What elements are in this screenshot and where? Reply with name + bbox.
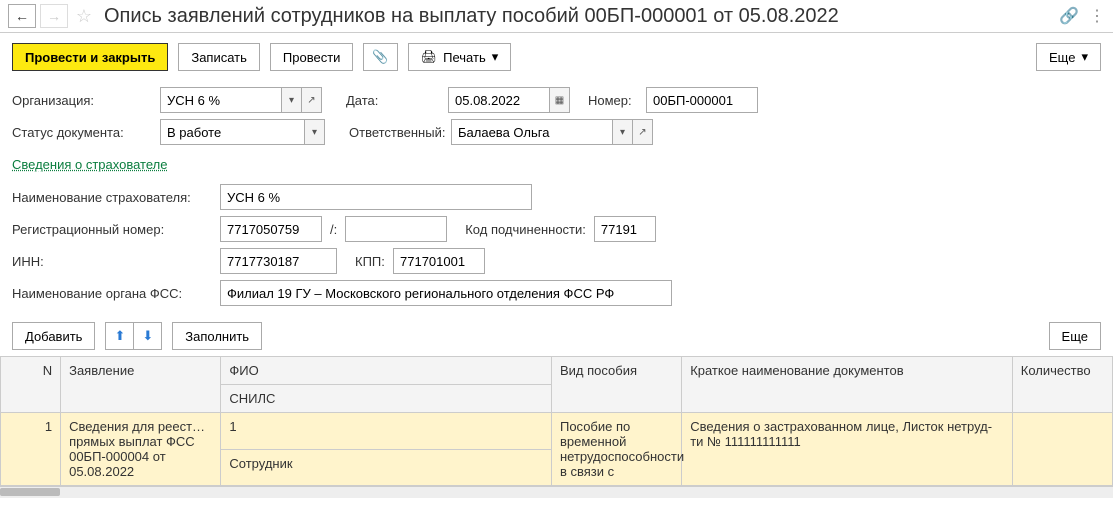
sub-code-input[interactable] [595, 217, 655, 241]
fss-name-field[interactable] [220, 280, 672, 306]
horizontal-scrollbar[interactable] [0, 486, 1113, 498]
reg-number-ext-input[interactable] [346, 217, 446, 241]
more-button[interactable]: Еще ▾ [1036, 43, 1101, 71]
applications-table[interactable]: N Заявление ФИО Вид пособия Краткое наим… [0, 356, 1113, 486]
run-and-close-button[interactable]: Провести и закрыть [12, 43, 168, 71]
print-button[interactable]: 🖨 Печать ▾ [408, 43, 512, 71]
status-field[interactable]: ▾ [160, 119, 325, 145]
arrow-down-icon: ⬇ [142, 328, 153, 344]
move-down-button[interactable]: ⬇ [133, 322, 162, 350]
paperclip-icon: 📎 [372, 49, 388, 65]
col-app[interactable]: Заявление [61, 357, 221, 413]
chevron-down-icon: ▾ [492, 49, 499, 65]
move-up-button[interactable]: ⬆ [105, 322, 133, 350]
org-input[interactable] [161, 88, 281, 112]
open-icon[interactable]: ↗ [632, 120, 652, 144]
org-field[interactable]: ▾ ↗ [160, 87, 322, 113]
inn-field[interactable] [220, 248, 337, 274]
fss-name-input[interactable] [221, 281, 671, 305]
date-field[interactable]: ▦ [448, 87, 570, 113]
reg-number-label: Регистрационный номер: [12, 222, 212, 237]
reg-number-slash-label: /: [330, 222, 337, 237]
number-input[interactable] [647, 88, 757, 112]
open-icon[interactable]: ↗ [301, 88, 321, 112]
kpp-label: КПП: [345, 254, 385, 269]
cell-docs[interactable]: Сведения о застрахованном лице, Листок н… [682, 413, 1013, 486]
nav-forward-button[interactable]: → [40, 4, 68, 28]
date-input[interactable] [449, 88, 549, 112]
add-row-button[interactable]: Добавить [12, 322, 95, 350]
favorite-star-icon[interactable]: ☆ [72, 4, 96, 28]
calendar-icon[interactable]: ▦ [549, 88, 569, 112]
table-more-button[interactable]: Еще [1049, 322, 1101, 350]
sub-code-field[interactable] [594, 216, 656, 242]
col-fio[interactable]: ФИО [221, 357, 552, 385]
inn-input[interactable] [221, 249, 336, 273]
number-label: Номер: [578, 93, 638, 108]
kpp-field[interactable] [393, 248, 485, 274]
save-button[interactable]: Записать [178, 43, 260, 71]
status-label: Статус документа: [12, 125, 152, 140]
responsible-field[interactable]: ▾ ↗ [451, 119, 653, 145]
cell-app[interactable]: Сведения для реест… прямых выплат ФСС 00… [61, 413, 221, 486]
table-row[interactable]: 1 Сведения для реест… прямых выплат ФСС … [1, 413, 1113, 450]
org-label: Организация: [12, 93, 152, 108]
number-field[interactable] [646, 87, 758, 113]
sub-code-label: Код подчиненности: [455, 222, 586, 237]
dropdown-icon[interactable]: ▾ [612, 120, 632, 144]
cell-qty[interactable] [1012, 413, 1112, 486]
nav-back-button[interactable]: ← [8, 4, 36, 28]
col-qty[interactable]: Количество [1012, 357, 1112, 413]
cell-snils[interactable]: Сотрудник [221, 449, 552, 486]
status-input[interactable] [161, 120, 304, 144]
insurer-name-label: Наименование страхователя: [12, 190, 212, 205]
cell-fio[interactable]: 1 [221, 413, 552, 450]
responsible-input[interactable] [452, 120, 612, 144]
dropdown-icon[interactable]: ▾ [281, 88, 301, 112]
more-vertical-icon[interactable]: ⋮ [1089, 6, 1105, 26]
reg-number-ext-field[interactable] [345, 216, 447, 242]
responsible-label: Ответственный: [333, 125, 443, 140]
run-button[interactable]: Провести [270, 43, 354, 71]
chevron-down-icon: ▾ [1081, 49, 1088, 65]
col-benefit[interactable]: Вид пособия [551, 357, 681, 413]
cell-benefit[interactable]: Пособие по временной нетрудоспособности … [551, 413, 681, 486]
reg-number-field[interactable] [220, 216, 322, 242]
dropdown-icon[interactable]: ▾ [304, 120, 324, 144]
fss-name-label: Наименование органа ФСС: [12, 286, 212, 301]
col-n[interactable]: N [1, 357, 61, 413]
insurer-name-field[interactable] [220, 184, 532, 210]
reg-number-input[interactable] [221, 217, 321, 241]
fill-button[interactable]: Заполнить [172, 322, 262, 350]
inn-label: ИНН: [12, 254, 212, 269]
date-label: Дата: [330, 93, 440, 108]
insurer-name-input[interactable] [221, 185, 531, 209]
col-docs[interactable]: Краткое наименование документов [682, 357, 1013, 413]
page-title: Опись заявлений сотрудников на выплату п… [104, 5, 1055, 28]
insurer-info-link[interactable]: Сведения о страхователе [12, 151, 167, 178]
attachment-icon[interactable]: 🔗 [1059, 6, 1079, 26]
col-snils[interactable]: СНИЛС [221, 385, 552, 413]
printer-icon: 🖨 [421, 49, 438, 65]
kpp-input[interactable] [394, 249, 484, 273]
arrow-up-icon: ⬆ [114, 328, 125, 344]
cell-n[interactable]: 1 [1, 413, 61, 486]
attach-button[interactable]: 📎 [363, 43, 397, 71]
